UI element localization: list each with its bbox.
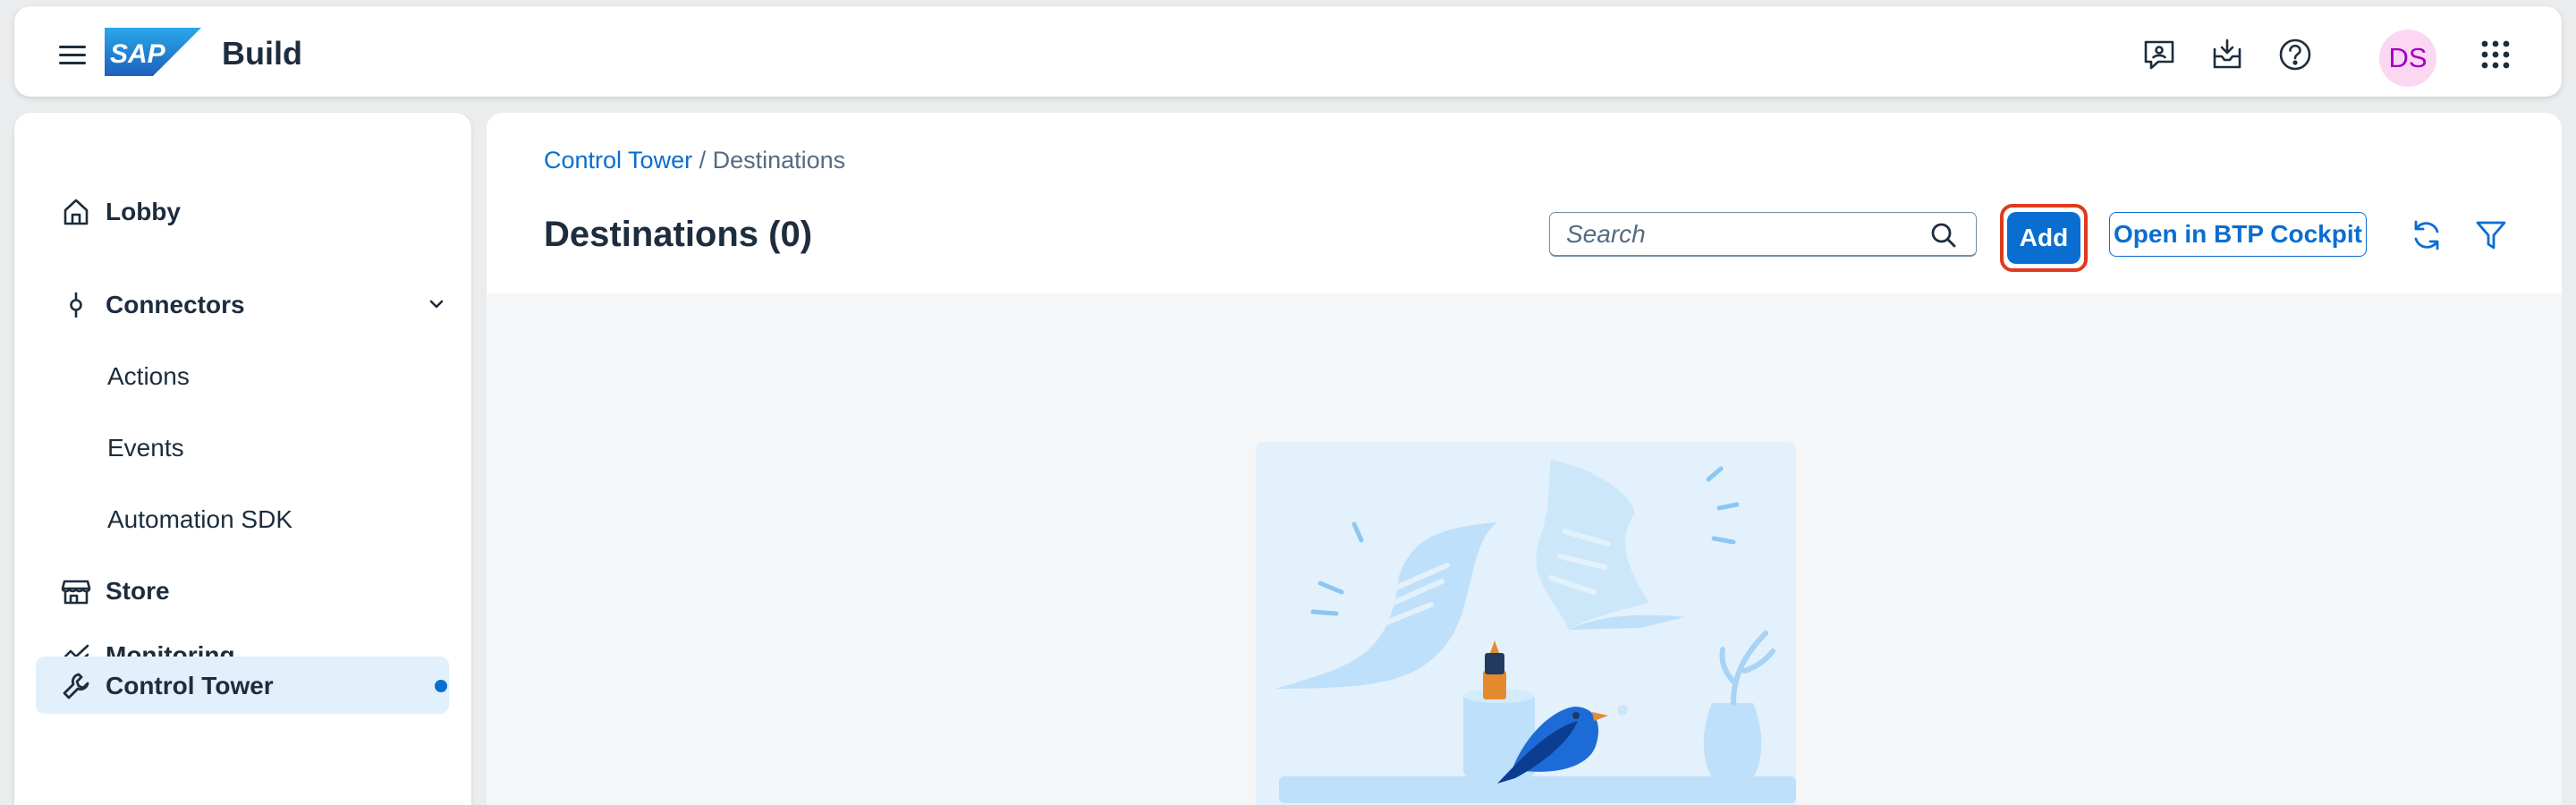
sidebar-item-control-tower[interactable]: Control Tower — [36, 657, 449, 714]
product-name: Build — [222, 35, 302, 72]
open-in-btp-cockpit-button[interactable]: Open in BTP Cockpit — [2109, 212, 2367, 257]
avatar[interactable]: DS — [2379, 30, 2436, 87]
wrench-icon — [61, 671, 91, 701]
sidebar-item-label: Actions — [107, 362, 190, 390]
shell-bar: SAP Build DS — [14, 6, 2562, 97]
chevron-down-icon[interactable] — [426, 293, 447, 315]
sidebar-item-lobby[interactable]: Lobby — [36, 182, 449, 240]
feedback-icon[interactable] — [2141, 37, 2177, 72]
breadcrumb-current: Destinations — [712, 147, 846, 174]
svg-text:SAP: SAP — [110, 39, 166, 69]
menu-icon[interactable] — [50, 33, 93, 76]
sap-logo[interactable]: SAP — [105, 28, 201, 76]
product-switch-icon[interactable] — [2478, 37, 2513, 72]
filter-icon[interactable] — [2474, 218, 2508, 252]
breadcrumb: Control Tower / Destinations — [544, 147, 845, 174]
sidebar-item-events[interactable]: Events — [36, 419, 449, 476]
selected-indicator — [435, 680, 447, 692]
sidebar-item-label: Connectors — [106, 291, 245, 318]
sidebar-item-label: Store — [106, 577, 170, 605]
sidebar-item-label: Automation SDK — [107, 505, 292, 533]
breadcrumb-link-control-tower[interactable]: Control Tower — [544, 147, 692, 174]
page-title: Destinations (0) — [544, 215, 813, 254]
search-icon[interactable] — [1929, 221, 1958, 250]
sidebar-item-actions[interactable]: Actions — [36, 347, 449, 404]
sidebar-item-label: Events — [107, 434, 184, 462]
breadcrumb-separator: / — [692, 147, 713, 174]
home-icon — [61, 197, 91, 227]
refresh-icon[interactable] — [2410, 218, 2444, 252]
connector-icon — [61, 290, 91, 320]
sidebar-item-label: Control Tower — [106, 672, 274, 699]
search-input[interactable] — [1566, 220, 1924, 249]
sidebar-item-connectors[interactable]: Connectors — [36, 275, 449, 333]
sidebar-item-label: Lobby — [106, 198, 181, 225]
add-button[interactable]: Add — [2007, 212, 2080, 264]
sidebar-item-automation-sdk[interactable]: Automation SDK — [36, 490, 449, 547]
notifications-icon[interactable] — [2209, 37, 2245, 72]
search-field[interactable] — [1549, 212, 1977, 257]
empty-state-illustration — [1256, 442, 1796, 805]
help-icon[interactable] — [2277, 37, 2313, 72]
sidebar-item-store[interactable]: Store — [36, 562, 449, 619]
main-panel: Control Tower / Destinations Destination… — [487, 113, 2562, 805]
page-header: Control Tower / Destinations Destination… — [487, 113, 2562, 293]
store-icon — [61, 576, 91, 606]
